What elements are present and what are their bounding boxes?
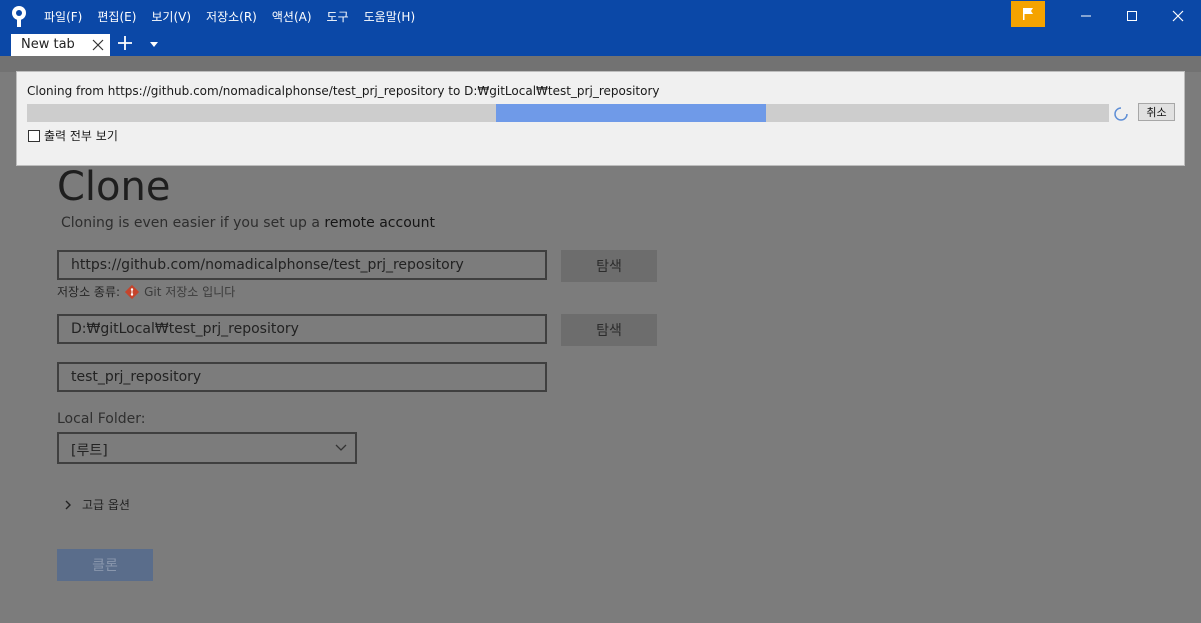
cancel-button[interactable]: 취소 xyxy=(1138,103,1175,121)
browse-destination-button[interactable]: 탐색 xyxy=(561,314,657,346)
menu-item-help[interactable]: 도움말(H) xyxy=(364,8,416,25)
advanced-options-label: 고급 옵션 xyxy=(82,498,130,512)
menu-item-tools[interactable]: 도구 xyxy=(327,8,349,25)
tab-bar: New tab xyxy=(0,32,1201,56)
menu-item-view[interactable]: 보기(V) xyxy=(151,8,191,25)
notification-flag-button[interactable] xyxy=(1011,1,1045,27)
git-icon xyxy=(124,284,140,299)
loading-spinner-icon xyxy=(1114,107,1128,121)
repo-name-input[interactable]: test_prj_repository xyxy=(57,362,547,392)
clone-subtitle: Cloning is even easier if you set up a r… xyxy=(61,215,435,231)
progress-bar xyxy=(27,104,1109,122)
maximize-button[interactable] xyxy=(1109,0,1155,32)
tab-dropdown-icon[interactable] xyxy=(150,42,158,47)
title-bar: 파일(F) 편집(E) 보기(V) 저장소(R) 액션(A) 도구 도움말(H) xyxy=(0,0,1201,32)
menu-item-file[interactable]: 파일(F) xyxy=(44,8,82,25)
menu-item-repository[interactable]: 저장소(R) xyxy=(206,8,257,25)
repo-type-label: 저장소 종류: xyxy=(57,285,121,299)
chevron-right-icon xyxy=(65,500,71,509)
page-title: Clone xyxy=(57,164,171,210)
local-folder-value: [루트] xyxy=(71,443,108,459)
local-folder-select[interactable]: [루트] xyxy=(57,432,357,464)
close-window-button[interactable] xyxy=(1155,0,1201,32)
browse-source-button[interactable]: 탐색 xyxy=(561,250,657,282)
tab-label: New tab xyxy=(21,37,75,52)
subtitle-text: Cloning is even easier if you set up a xyxy=(61,215,325,231)
show-output-label: 출력 전부 보기 xyxy=(44,129,118,143)
progress-fill xyxy=(495,104,766,122)
local-folder-label: Local Folder: xyxy=(57,411,146,427)
source-url-input[interactable]: https://github.com/nomadicalphonse/test_… xyxy=(57,250,547,280)
repo-type-info: 저장소 종류: Git 저장소 입니다 xyxy=(57,283,235,300)
flag-icon xyxy=(1023,8,1033,20)
show-output-option[interactable]: 출력 전부 보기 xyxy=(28,127,118,144)
show-output-checkbox[interactable] xyxy=(28,129,40,142)
menu-item-actions[interactable]: 액션(A) xyxy=(272,8,312,25)
minimize-icon xyxy=(1081,15,1091,17)
close-icon xyxy=(1172,10,1184,22)
repo-type-value: Git 저장소 입니다 xyxy=(144,285,236,299)
menu-item-edit[interactable]: 편집(E) xyxy=(97,8,136,25)
progress-message: Cloning from https://github.com/nomadica… xyxy=(27,84,660,98)
advanced-options-toggle[interactable]: 고급 옵션 xyxy=(64,496,130,513)
toolbar-strip xyxy=(0,56,1201,72)
maximize-icon xyxy=(1127,11,1137,21)
add-tab-icon[interactable] xyxy=(117,35,133,51)
destination-path-input[interactable]: D:₩gitLocal₩test_prj_repository xyxy=(57,314,547,344)
chevron-down-icon xyxy=(335,444,347,451)
clone-progress-dialog: Cloning from https://github.com/nomadica… xyxy=(16,71,1185,166)
remote-account-link[interactable]: remote account xyxy=(324,215,435,231)
minimize-button[interactable] xyxy=(1063,0,1109,32)
clone-button[interactable]: 클론 xyxy=(57,549,153,581)
tab-new-tab[interactable]: New tab xyxy=(11,34,110,56)
tab-close-icon[interactable] xyxy=(92,39,104,51)
sourcetree-logo-icon xyxy=(12,6,26,27)
menu-bar: 파일(F) 편집(E) 보기(V) 저장소(R) 액션(A) 도구 도움말(H) xyxy=(44,0,430,32)
